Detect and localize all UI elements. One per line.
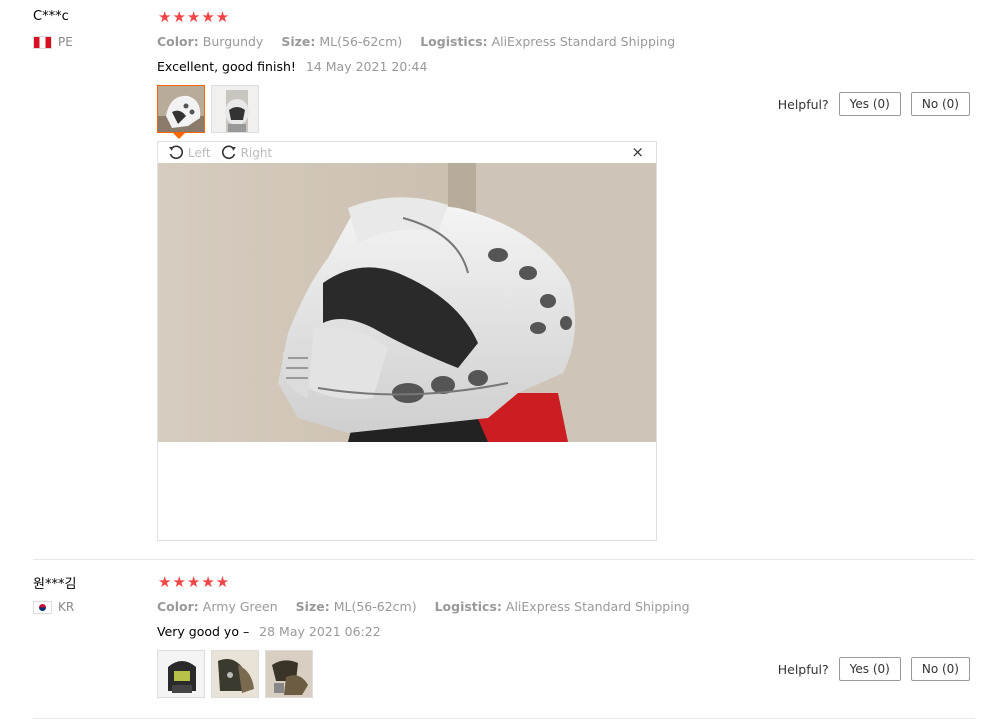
helpful-label: Helpful? [777,661,829,677]
reviewer-name: C***c [33,9,69,24]
close-icon[interactable]: × [631,143,644,161]
attr-logistics-value: AliExpress Standard Shipping [505,599,690,614]
attr-color-value: Army Green [202,599,278,614]
flag-peru-icon [33,35,52,49]
star-rating: ★★★★★ [158,8,231,26]
helpful-label: Helpful? [777,96,829,112]
rotate-right-label: Right [240,145,273,160]
active-thumbnail-indicator [173,133,185,139]
review-content: Very good yo – 28 May 2021 06:22 [157,624,381,639]
review-divider [33,718,975,719]
country-code: KR [58,600,75,614]
review-attributes: Color: Army Green Size: ML(56-62cm) Logist… [157,599,704,614]
review-date: 28 May 2021 06:22 [259,624,381,639]
review-photo-thumbnail[interactable] [157,85,205,133]
reviewer-country: KR [33,600,74,614]
reviewer-name: 원***김 [33,577,77,592]
star-rating: ★★★★★ [158,573,231,591]
review-divider [33,559,975,560]
rotate-right-button[interactable]: Right [221,145,273,161]
attr-size-value: ML(56-62cm) [333,599,417,614]
rotate-left-label: Left [188,145,211,160]
review-item: C***c PE ★★★★★ Color: Burgundy Size: ML(56… [0,0,987,560]
attr-color-key: Color: [157,34,199,49]
review-photo-thumbnail[interactable] [211,650,259,698]
helpful-yes-button[interactable]: Yes (0) [838,92,901,116]
rotate-left-icon [169,145,184,159]
attr-logistics-value: AliExpress Standard Shipping [491,34,676,49]
helpful-no-button[interactable]: No (0) [910,657,970,681]
helpful-section: Helpful? Yes (0) No (0) [778,92,970,116]
review-photo-thumbnail[interactable] [157,650,205,698]
flag-korea-icon [33,600,52,614]
review-photos [157,85,259,133]
attr-color-value: Burgundy [202,34,264,49]
helpful-yes-button[interactable]: Yes (0) [838,657,901,681]
photo-viewer-image [158,163,656,442]
review-photo-thumbnail[interactable] [211,85,259,133]
attr-color-key: Color: [157,599,199,614]
attr-size-key: Size: [281,34,316,49]
photo-viewer: Left Right × [157,141,657,541]
rotate-right-icon [221,145,236,159]
review-photos [157,650,313,698]
review-item: 원***김 KR ★★★★★ Color: Army Green Size: ML(… [0,565,987,720]
photo-viewer-toolbar: Left Right × [158,142,656,163]
helpful-section: Helpful? Yes (0) No (0) [778,657,970,681]
review-attributes: Color: Burgundy Size: ML(56-62cm) Logistic… [157,34,689,49]
attr-logistics-key: Logistics: [420,34,488,49]
review-content: Excellent, good finish! 14 May 2021 20:4… [157,59,427,74]
review-photo-thumbnail[interactable] [265,650,313,698]
country-code: PE [58,35,73,49]
review-text: Excellent, good finish! [157,59,296,74]
review-text: Very good yo – [157,624,250,639]
helpful-no-button[interactable]: No (0) [910,92,970,116]
attr-size-key: Size: [295,599,330,614]
attr-logistics-key: Logistics: [434,599,502,614]
review-date: 14 May 2021 20:44 [305,59,428,74]
attr-size-value: ML(56-62cm) [319,34,403,49]
reviewer-country: PE [33,35,73,49]
rotate-left-button[interactable]: Left [168,145,211,161]
